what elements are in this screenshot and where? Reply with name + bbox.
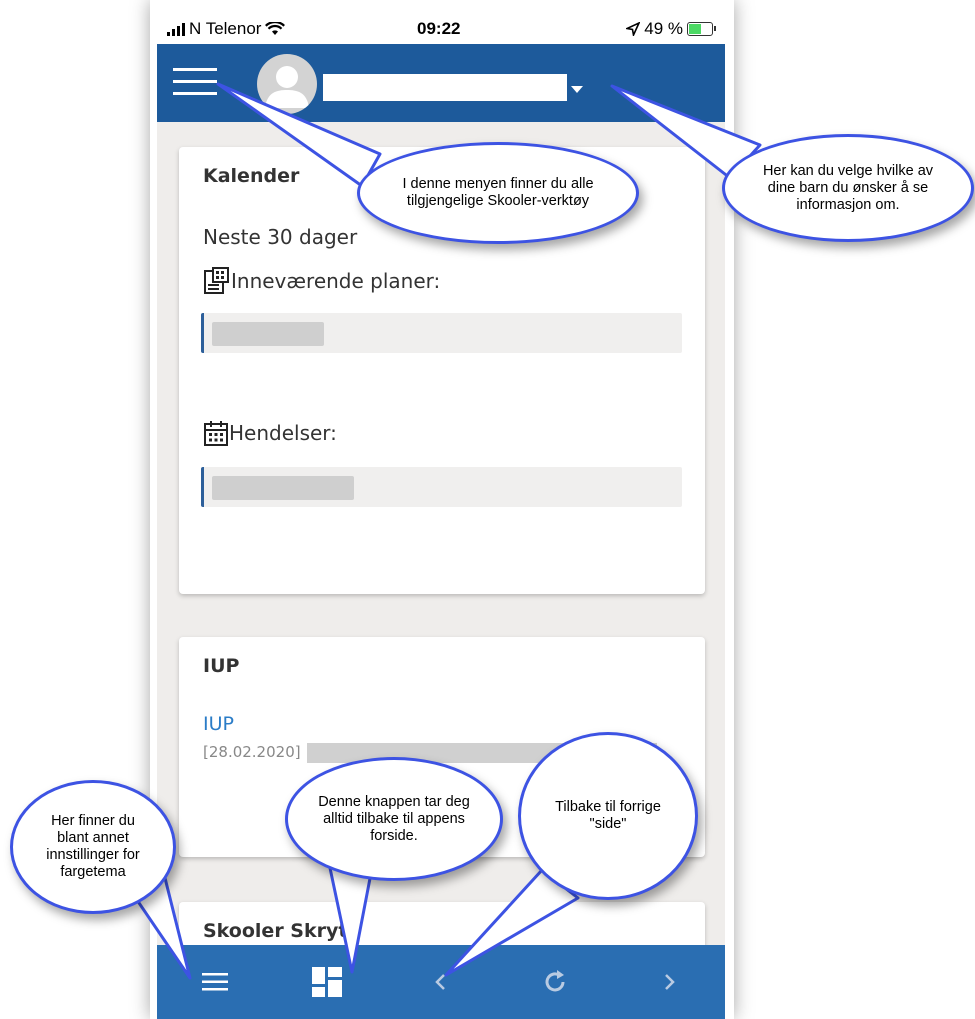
plans-list-item[interactable]	[201, 313, 682, 353]
plans-document-icon	[204, 267, 229, 294]
refresh-tab[interactable]	[515, 945, 595, 1019]
battery-icon	[687, 22, 716, 36]
battery-group: 49 %	[626, 19, 716, 39]
status-time: 09:22	[417, 19, 461, 38]
forward-tab[interactable]	[629, 945, 709, 1019]
location-arrow-icon	[626, 22, 641, 36]
home-callout-text: Denne knappen tar deg alltid tilbake til…	[318, 793, 470, 844]
status-bar: N Telenor 09:22 49 %	[157, 12, 725, 44]
plans-section: Inneværende planer:	[203, 267, 440, 295]
child-callout-text: Her kan du velge hvilke av dine barn du …	[762, 162, 934, 213]
bottom-tab-bar	[157, 945, 725, 1019]
iup-title: IUP	[203, 655, 240, 677]
menu-callout-text: I denne menyen finner du alle tilgjengel…	[402, 176, 594, 209]
user-avatar-icon	[257, 54, 317, 114]
wifi-icon	[265, 22, 286, 35]
chevron-left-icon	[435, 974, 445, 990]
back-tab[interactable]	[401, 945, 481, 1019]
settings-callout: Her finner du blant annet innstillinger …	[10, 780, 176, 914]
signal-icon	[167, 22, 185, 36]
events-list-item[interactable]	[201, 467, 682, 507]
calendar-range: Neste 30 dager	[203, 225, 358, 249]
back-callout-text: Tilbake til forrige "side"	[555, 799, 661, 832]
home-tab[interactable]	[287, 945, 367, 1019]
carrier-name: N Telenor	[189, 19, 262, 38]
dashboard-icon	[312, 967, 342, 997]
hamburger-menu-icon[interactable]	[173, 68, 217, 98]
child-selector[interactable]	[323, 74, 567, 101]
calendar-title: Kalender	[203, 165, 300, 187]
child-callout: Her kan du velge hvilke av dine barn du …	[722, 134, 974, 242]
skryt-title: Skooler Skryt	[203, 920, 348, 942]
menu-tab[interactable]	[175, 945, 255, 1019]
events-section: Hendelser:	[203, 419, 337, 447]
home-callout: Denne knappen tar deg alltid tilbake til…	[285, 757, 503, 881]
menu-callout: I denne menyen finner du alle tilgjengel…	[357, 142, 639, 244]
app-header	[157, 44, 725, 122]
caret-down-icon[interactable]	[571, 86, 583, 93]
back-callout: Tilbake til forrige "side"	[518, 732, 698, 900]
refresh-icon	[545, 970, 565, 992]
events-label: Hendelser:	[229, 421, 337, 445]
settings-callout-text: Her finner du blant annet innstillinger …	[46, 813, 140, 880]
chevron-right-icon	[665, 974, 675, 990]
menu-icon	[202, 973, 228, 991]
calendar-icon	[204, 421, 228, 446]
plans-label: Inneværende planer:	[231, 269, 441, 293]
battery-percent: 49 %	[644, 19, 683, 38]
iup-link[interactable]: IUP	[203, 713, 234, 735]
iup-date: [28.02.2020]	[203, 743, 301, 761]
carrier-group: N Telenor	[167, 19, 286, 39]
